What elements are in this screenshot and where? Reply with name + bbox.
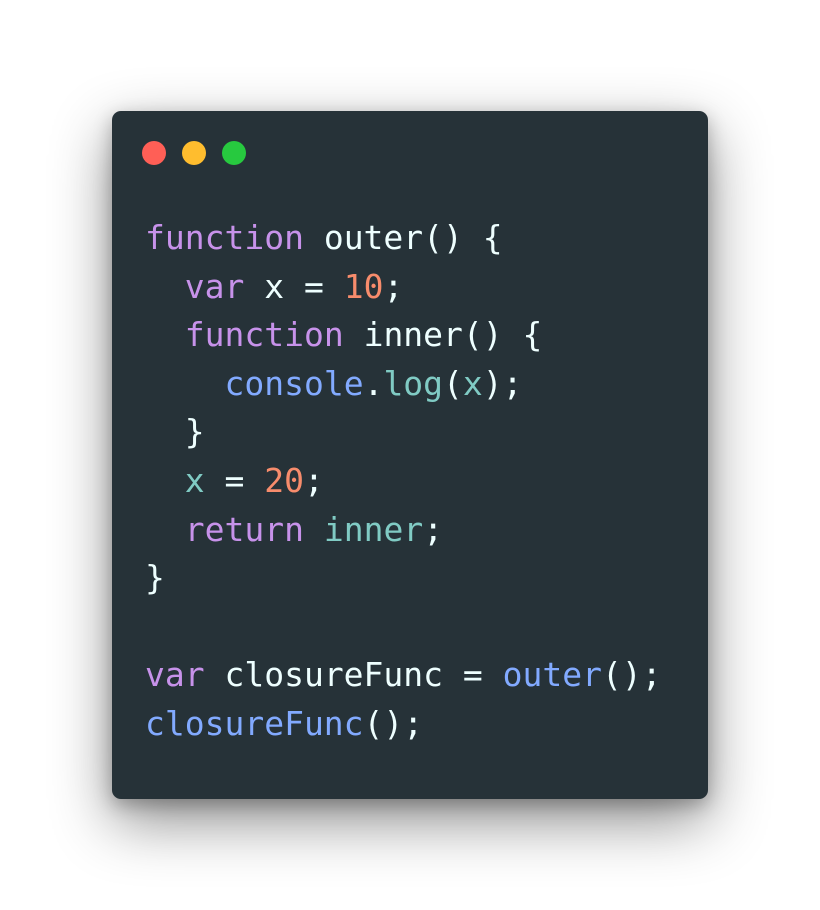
code-token-keyword: var xyxy=(145,655,205,695)
code-line: } xyxy=(145,408,662,457)
code-token-keyword: var xyxy=(184,266,245,306)
code-token-default xyxy=(145,315,185,354)
code-token-default: closureFunc = xyxy=(204,655,503,695)
code-line: var x = 10; xyxy=(145,263,662,312)
code-token-default: x = xyxy=(244,266,344,306)
code-window: function outer() { var x = 10; function … xyxy=(112,111,708,799)
code-line: console.log(x); xyxy=(145,360,662,409)
code-token-default: ; xyxy=(303,460,324,500)
code-token-number: 10 xyxy=(343,266,384,306)
code-token-identifier: x xyxy=(462,363,483,403)
code-token-default: (); xyxy=(601,655,662,695)
code-token-identifier: log xyxy=(383,363,444,403)
code-token-default: ( xyxy=(443,363,463,403)
code-token-default xyxy=(145,510,185,549)
code-token-default: ; xyxy=(423,509,444,549)
code-token-default: outer() { xyxy=(303,218,503,257)
code-token-default: ; xyxy=(383,266,404,306)
code-token-default: . xyxy=(363,363,384,403)
code-token-keyword: function xyxy=(145,218,304,257)
code-token-keyword: function xyxy=(184,315,344,355)
code-token-default: inner() { xyxy=(343,315,543,355)
code-token-default: ); xyxy=(482,363,523,403)
code-token-keyword: return xyxy=(184,509,304,549)
code-token-function: closureFunc xyxy=(145,703,364,743)
code-block: function outer() { var x = 10; function … xyxy=(145,214,662,749)
code-token-function: console xyxy=(224,363,364,403)
maximize-dot-icon[interactable] xyxy=(222,141,246,165)
code-token-default xyxy=(145,461,185,500)
code-line: function inner() { xyxy=(145,311,662,360)
code-line: } xyxy=(145,554,662,603)
code-token-identifier: x xyxy=(184,460,205,500)
code-token-function: outer xyxy=(502,655,602,695)
code-line: var closureFunc = outer(); xyxy=(145,651,662,700)
code-token-default: } xyxy=(145,412,205,452)
minimize-dot-icon[interactable] xyxy=(182,141,206,165)
code-token-default xyxy=(145,364,224,403)
code-token-default xyxy=(304,510,324,549)
code-token-identifier: inner xyxy=(323,509,424,549)
code-line: closureFunc(); xyxy=(145,700,662,749)
code-token-default: (); xyxy=(363,703,424,743)
code-token-default: } xyxy=(145,558,165,598)
code-token-default: = xyxy=(204,460,265,500)
close-dot-icon[interactable] xyxy=(142,141,166,165)
window-controls xyxy=(142,141,246,165)
code-line: return inner; xyxy=(145,506,662,555)
code-line: x = 20; xyxy=(145,457,662,506)
code-line: function outer() { xyxy=(145,214,662,263)
code-token-number: 20 xyxy=(264,460,304,500)
code-token-default xyxy=(145,267,185,306)
